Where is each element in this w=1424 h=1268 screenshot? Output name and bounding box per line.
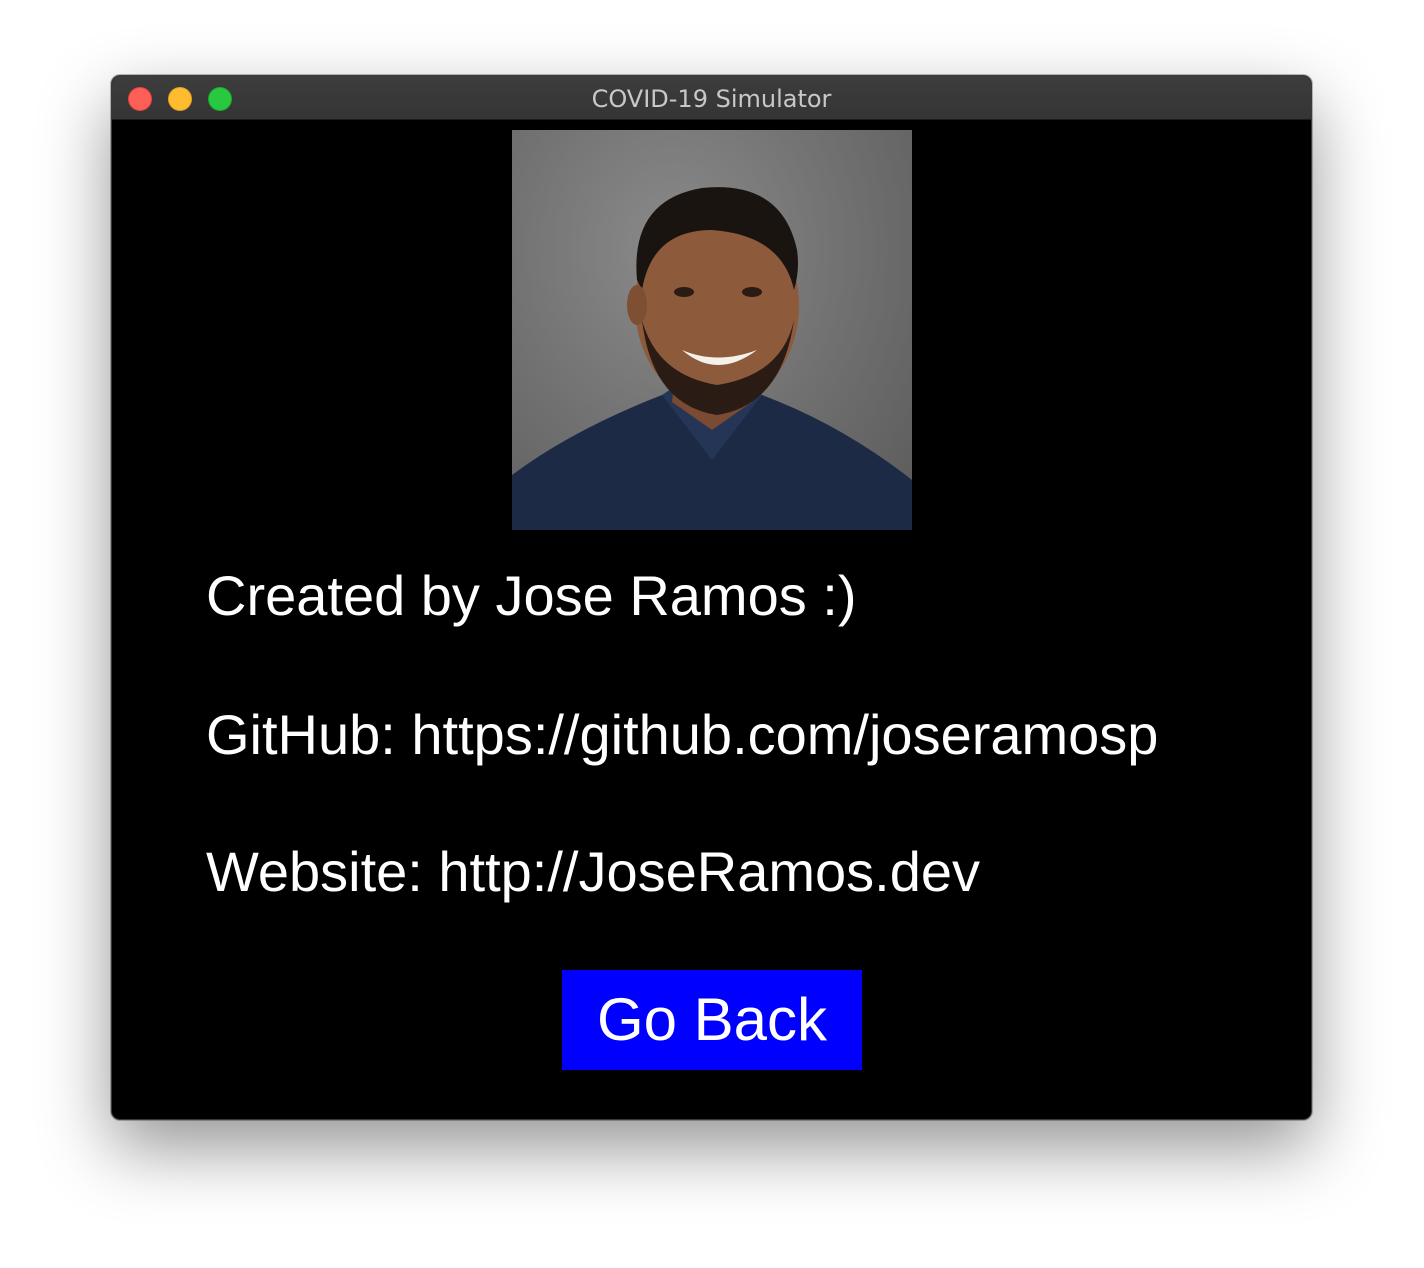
- github-link-text: GitHub: https://github.com/joseramosp: [206, 703, 1159, 766]
- website-link-text: Website: http://JoseRamos.dev: [206, 840, 980, 903]
- portrait-photo-icon: [512, 187, 912, 530]
- window-title: COVID-19 Simulator: [591, 85, 832, 113]
- creator-credit: Created by Jose Ramos :): [206, 564, 857, 627]
- go-back-button[interactable]: Go Back: [562, 970, 862, 1070]
- title-bar[interactable]: COVID-19 Simulator: [112, 76, 1311, 120]
- about-panel: Created by Jose Ramos :) GitHub: https:/…: [112, 120, 1311, 1119]
- app-window: COVID-19 Simulator Created by Jose Ramos…: [111, 75, 1312, 1120]
- portrait-photo: [512, 130, 912, 530]
